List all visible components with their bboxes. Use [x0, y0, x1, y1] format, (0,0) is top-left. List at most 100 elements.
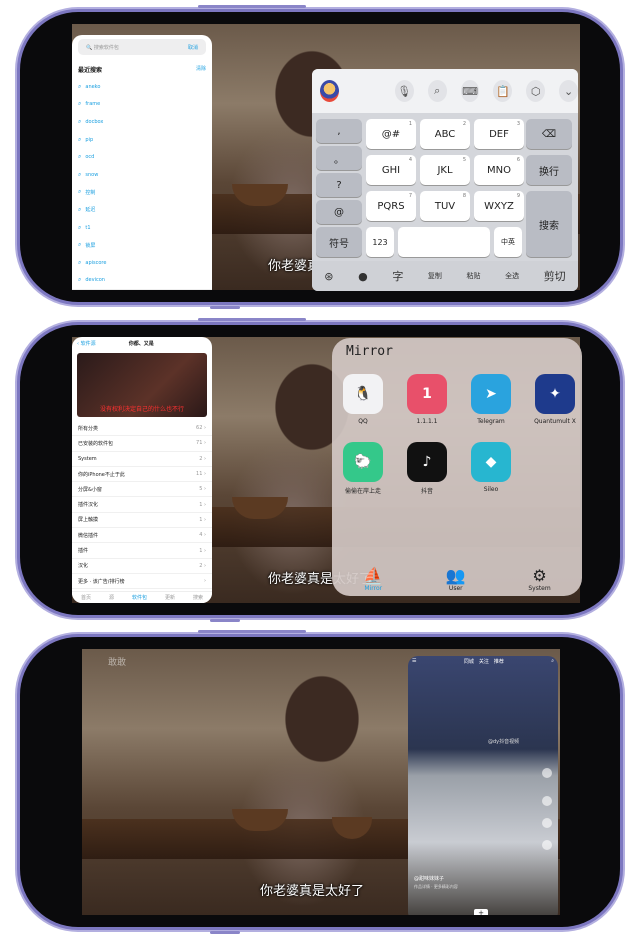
- recent-search-item[interactable]: ⌕ 控制: [72, 184, 212, 202]
- like-icon[interactable]: [542, 796, 552, 806]
- list-item[interactable]: 汉化 2 ›: [72, 559, 212, 574]
- enter-key[interactable]: 换行: [526, 155, 572, 185]
- tab-item[interactable]: 软件包: [132, 594, 147, 601]
- letter-key[interactable]: GHI 4: [366, 155, 416, 185]
- letter-key[interactable]: @# 1: [366, 119, 416, 149]
- recent-search-item[interactable]: ⌕ 锁屏: [72, 236, 212, 254]
- share-icon[interactable]: [542, 840, 552, 850]
- paste-icon[interactable]: 粘贴: [467, 271, 481, 281]
- list-item[interactable]: 屏上触摸 1 ›: [72, 513, 212, 529]
- menu-icon[interactable]: ☰: [412, 658, 416, 665]
- apple-icon[interactable]: ●: [358, 270, 368, 283]
- recent-search-item[interactable]: ⌕ apiscore: [72, 254, 212, 272]
- letter-key[interactable]: WXYZ 9: [474, 191, 524, 221]
- video-caption-detail: 作品详情 · 更多精彩内容: [414, 884, 458, 889]
- list-item[interactable]: 已安装的软件包 71 ›: [72, 436, 212, 452]
- comment-icon[interactable]: [542, 818, 552, 828]
- font-icon[interactable]: 字: [392, 268, 403, 284]
- tab-item[interactable]: 更新: [165, 594, 175, 601]
- microphone-icon[interactable]: 🎙: [394, 80, 414, 102]
- app-qq[interactable]: 🐧 QQ: [336, 374, 390, 425]
- scissors-icon[interactable]: 剪切: [544, 268, 566, 284]
- search-input[interactable]: 🔍 搜索软件包 取消: [78, 39, 206, 55]
- app-quantumult[interactable]: ✦ Quantumult X: [528, 374, 582, 425]
- keyboard-avatar-icon[interactable]: [320, 80, 339, 102]
- list-item[interactable]: 插件 1 ›: [72, 543, 212, 559]
- recent-search-item[interactable]: ⌕ devicon: [72, 272, 212, 290]
- cube-icon[interactable]: ⬡: [526, 80, 546, 102]
- mirror-panel: Mirror 🐧 QQ 1 1.1.1.1 ➤ Telegram ✦ Quantumult X…: [332, 338, 582, 596]
- tab-item[interactable]: 源: [109, 594, 114, 601]
- tab-item[interactable]: 首页: [81, 594, 91, 601]
- search-icon: ⌕: [78, 100, 82, 108]
- list-item[interactable]: 更多 · 该广告/排行榜 ›: [72, 574, 212, 590]
- app-sheep[interactable]: 🐑 偷偷在岸上走: [336, 442, 390, 495]
- tab-system[interactable]: ⚙ System: [528, 566, 550, 593]
- list-item[interactable]: 你的iPhone不止于此 11 ›: [72, 467, 212, 483]
- num123-key[interactable]: 123: [366, 227, 394, 257]
- recent-search-item[interactable]: ⌕ 延迟: [72, 201, 212, 219]
- avatar[interactable]: [542, 768, 552, 778]
- tab-mirror[interactable]: ⛵ Mirror: [363, 567, 383, 593]
- list-item[interactable]: 分屏&小窗 5 ›: [72, 482, 212, 498]
- search-icon[interactable]: ⌕: [427, 80, 447, 102]
- banner-image[interactable]: 没有权利决定自己的什么也不行: [77, 353, 207, 417]
- space-key[interactable]: [398, 227, 490, 257]
- recent-search-item[interactable]: ⌕ t1: [72, 219, 212, 237]
- video-screen-3[interactable]: 敢敢 你老婆真是太好了 ☰ 同城 关注 推荐 ⌕ @dy抖音视频 @甜味妹妹子 作品…: [82, 649, 560, 915]
- recent-search-item[interactable]: ⌕ snow: [72, 166, 212, 184]
- tab-item[interactable]: 搜索: [193, 594, 203, 601]
- keyboard-bottom-bar: ⊛ ● 字 复制 粘贴 全选 剪切: [312, 261, 578, 291]
- symbols-key[interactable]: 符号: [316, 227, 362, 257]
- letter-key[interactable]: ABC 2: [420, 119, 470, 149]
- search-icon: ⌕: [78, 205, 82, 213]
- app-telegram[interactable]: ➤ Telegram: [464, 374, 518, 425]
- app-douyin[interactable]: ♪ 抖音: [400, 442, 454, 495]
- search-icon[interactable]: ⌕: [551, 658, 554, 665]
- recent-search-item[interactable]: ⌕ ocd: [72, 148, 212, 166]
- letter-key[interactable]: TUV 8: [420, 191, 470, 221]
- settings-icon[interactable]: ⊛: [324, 270, 333, 283]
- app-sileo[interactable]: ◆ Sileo: [464, 442, 518, 493]
- list-item[interactable]: 插件汉化 1 ›: [72, 497, 212, 513]
- gears-icon: ⚙: [532, 566, 547, 585]
- back-button[interactable]: ‹ 软件源: [77, 340, 96, 347]
- punctuation-key[interactable]: ,: [316, 119, 362, 143]
- punctuation-key[interactable]: @: [316, 200, 362, 224]
- list-item[interactable]: 所有分类 62 ›: [72, 421, 212, 437]
- add-button[interactable]: +: [474, 909, 488, 915]
- recent-search-item[interactable]: ⌕ frame: [72, 96, 212, 114]
- copy-icon[interactable]: 复制: [428, 271, 442, 281]
- recent-search-item[interactable]: ⌕ pip: [72, 131, 212, 149]
- recent-search-item[interactable]: ⌕ aneko: [72, 78, 212, 96]
- keyboard-icon[interactable]: ⌨: [460, 80, 480, 102]
- video-username: @dy抖音视频: [488, 739, 520, 745]
- letter-key[interactable]: PQRS 7: [366, 191, 416, 221]
- punctuation-key[interactable]: ?: [316, 173, 362, 197]
- list-item[interactable]: 微信插件 4 ›: [72, 528, 212, 544]
- language-key[interactable]: 中英: [494, 227, 522, 257]
- video-tab[interactable]: 同城: [464, 658, 474, 665]
- clipboard-icon[interactable]: 📋: [493, 80, 513, 102]
- search-key[interactable]: 搜索: [526, 191, 572, 257]
- select-all-icon[interactable]: 全选: [505, 271, 519, 281]
- app-one[interactable]: 1 1.1.1.1: [400, 374, 454, 425]
- letter-key[interactable]: DEF 3: [474, 119, 524, 149]
- video-tab[interactable]: 推荐: [494, 658, 504, 665]
- delete-key[interactable]: ⌫: [526, 119, 572, 149]
- floating-video-window[interactable]: ☰ 同城 关注 推荐 ⌕ @dy抖音视频 @甜味妹妹子 作品详情 · 更多精彩内容 …: [408, 656, 558, 915]
- package-panel: ‹ 软件源 你都、又是 没有权利决定自己的什么也不行 所有分类 62 › 已安装的软…: [72, 337, 212, 603]
- cancel-button[interactable]: 取消: [188, 44, 198, 51]
- tab-bar: 首页源软件包更新搜索: [72, 289, 212, 290]
- tab-user[interactable]: 👥 User: [446, 567, 466, 593]
- punctuation-key[interactable]: 。: [316, 146, 362, 170]
- letter-key[interactable]: MNO 6: [474, 155, 524, 185]
- list-item[interactable]: System 2 ›: [72, 452, 212, 467]
- search-icon: ⌕: [78, 258, 82, 266]
- search-icon: ⌕: [78, 241, 82, 249]
- recent-search-item[interactable]: ⌕ docbox: [72, 113, 212, 131]
- letter-key[interactable]: JKL 5: [420, 155, 470, 185]
- video-tab[interactable]: 关注: [479, 658, 489, 665]
- clear-button[interactable]: 清除: [196, 65, 206, 74]
- chevron-down-icon[interactable]: ⌄: [559, 80, 579, 102]
